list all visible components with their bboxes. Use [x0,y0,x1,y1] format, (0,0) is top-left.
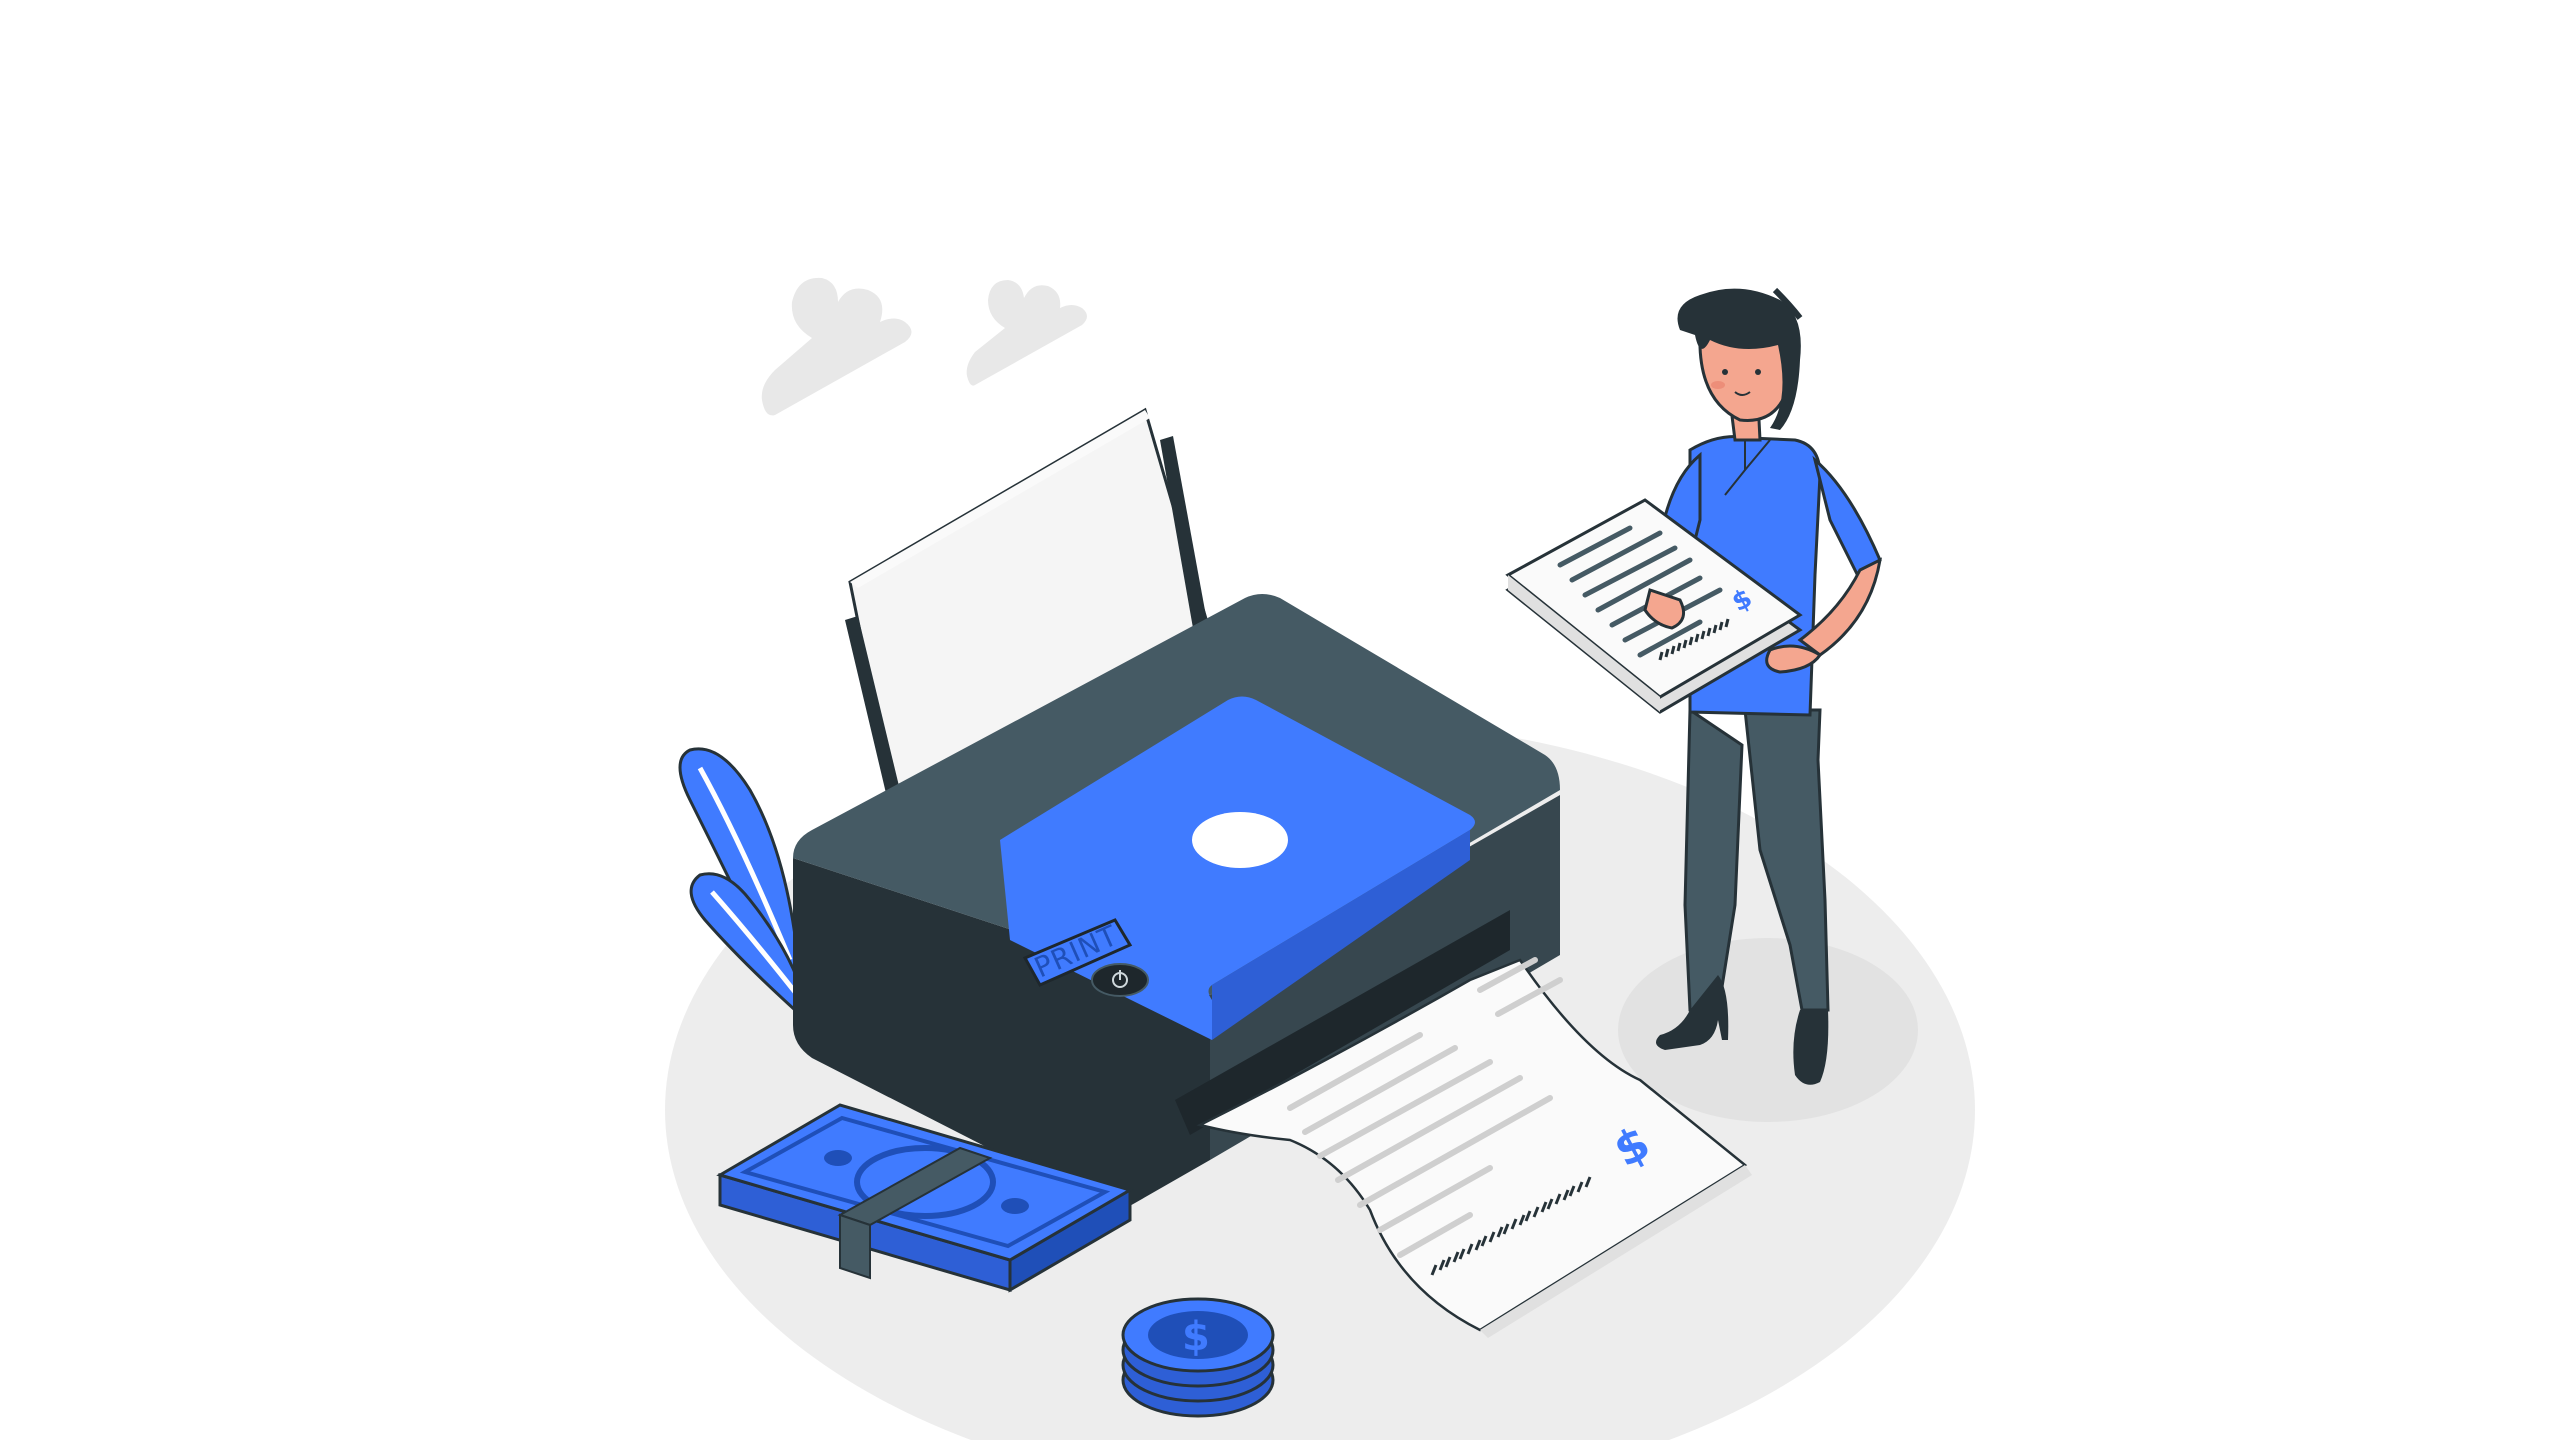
coin-stack-icon: $ [1121,1297,1275,1418]
lid-button [1192,812,1288,868]
illustration-stage: PRINT $ $ $ [0,0,2560,1440]
cloud-icon [966,280,1087,386]
dollar-icon: $ [1182,1314,1210,1360]
invoice-printing-illustration: PRINT $ $ $ [665,277,1975,1440]
right-arm [1812,455,1882,583]
power-button[interactable] [1091,963,1149,997]
person-shadow [1618,938,1918,1122]
cloud-icon [761,277,912,416]
right-shoe [1793,1010,1829,1085]
